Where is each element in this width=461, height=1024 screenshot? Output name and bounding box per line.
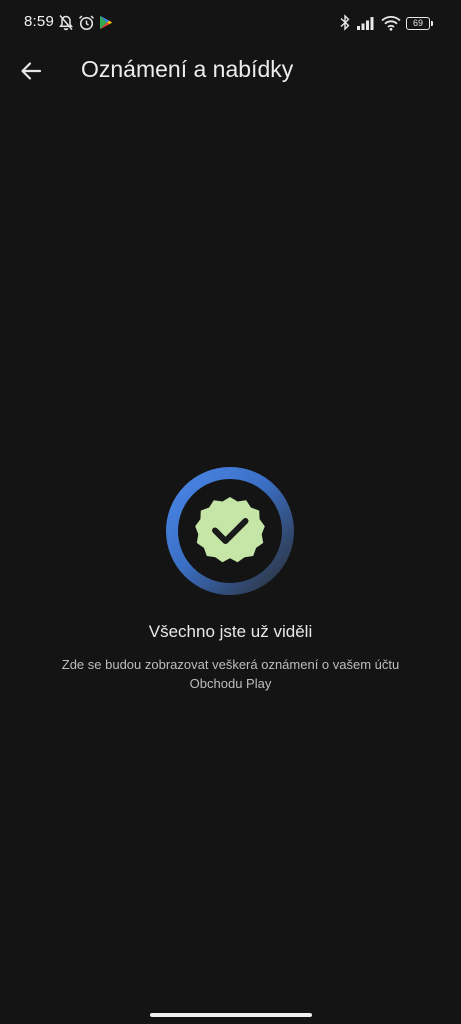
wifi-icon (381, 16, 401, 31)
bell-off-icon (59, 15, 73, 31)
arrow-back-icon[interactable] (18, 58, 44, 84)
verified-check-badge-icon (166, 467, 294, 595)
bluetooth-icon (340, 14, 350, 31)
alarm-icon (78, 15, 95, 31)
battery-level: 69 (412, 18, 423, 28)
app-bar: Oznámení a nabídky (0, 48, 461, 94)
status-time: 8:59 (24, 13, 54, 30)
home-indicator[interactable] (150, 1013, 312, 1017)
empty-state-description: Zde se budou zobrazovat veškerá oznámení… (61, 657, 400, 691)
battery-icon: 69 (406, 17, 433, 30)
page-title: Oznámení a nabídky (81, 56, 294, 82)
status-bar: 8:59 69 (0, 0, 461, 48)
empty-state-title: Všechno jste už viděli (148, 622, 313, 641)
signal-icon (357, 17, 374, 30)
notifications-screen: 8:59 69 Oznámení a nabídky Všechno jste … (0, 0, 461, 1024)
play-store-icon (100, 15, 113, 30)
